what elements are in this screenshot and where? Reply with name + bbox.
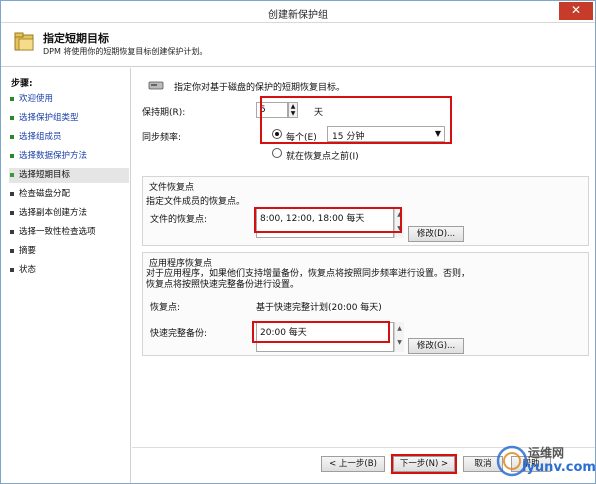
step-pending-icon [10, 230, 14, 234]
step-current-icon [10, 173, 14, 177]
window-title: 创建新保护组 [268, 10, 328, 21]
steps-sidebar: 步骤: 欢迎使用 选择保护组类型 选择组成员 选择数据保护方法 选择短期目标 检… [1, 68, 131, 483]
step-pending-icon [10, 192, 14, 196]
step-pending-icon [10, 249, 14, 253]
modify-fast-full-button[interactable]: 修改(G)... [408, 338, 464, 354]
watermark: 运维网 iyunv.com [492, 441, 596, 481]
sync-before-recovery-label[interactable]: 就在恢复点之前(I) [286, 149, 359, 162]
sidebar-item-summary: 摘要 [9, 244, 129, 259]
step-done-icon [10, 97, 14, 101]
step-pending-icon [10, 211, 14, 215]
sidebar-item-short-term-goals[interactable]: 选择短期目标 [9, 168, 129, 183]
back-button[interactable]: < 上一步(B) [321, 456, 385, 472]
sidebar-item-replica-method: 选择副本创建方法 [9, 206, 129, 221]
title-bar: 创建新保护组 ✕ [1, 1, 595, 23]
disk-icon [148, 81, 164, 90]
highlight-file-recovery [254, 207, 402, 233]
step-done-icon [10, 135, 14, 139]
app-recovery-desc: 对于应用程序，如果他们支持增量备份，恢复点将按照同步频率进行设置。否则，恢复点将… [146, 269, 471, 290]
sidebar-item-protection-method[interactable]: 选择数据保护方法 [9, 149, 129, 164]
highlight-next-button [391, 454, 457, 474]
close-button[interactable]: ✕ [559, 2, 593, 20]
modify-file-recovery-button[interactable]: 修改(D)... [408, 226, 464, 242]
sidebar-item-group-type[interactable]: 选择保护组类型 [9, 111, 129, 126]
intro-text: 指定你对基于磁盘的保护的短期恢复目标。 [174, 83, 346, 93]
page-title: 指定短期目标 [43, 32, 109, 45]
sidebar-item-group-members[interactable]: 选择组成员 [9, 130, 129, 145]
fast-full-backup-scrollbar[interactable]: ▲ ▼ [394, 322, 404, 352]
highlight-retention-sync [260, 96, 452, 144]
watermark-url: iyunv.com [522, 460, 596, 475]
sync-before-recovery-radio[interactable] [272, 148, 282, 158]
sidebar-item-consistency-check: 选择一致性检查选项 [9, 225, 129, 240]
app-recovery-points-label: 恢复点: [150, 303, 181, 313]
highlight-fast-full-backup [252, 321, 390, 343]
sync-frequency-label: 同步频率: [142, 133, 182, 143]
steps-label: 步骤: [11, 79, 33, 89]
file-recovery-label: 文件的恢复点: [150, 215, 208, 225]
file-recovery-title: 文件恢复点 [149, 183, 195, 193]
protection-group-icon [14, 32, 34, 51]
app-recovery-title: 应用程序恢复点 [149, 259, 213, 269]
wizard-content: 指定你对基于磁盘的保护的短期恢复目标。 保持期(R): 5 ▲ ▼ 天 同步频率:… [132, 68, 595, 483]
step-pending-icon [10, 268, 14, 272]
step-done-icon [10, 116, 14, 120]
fast-full-backup-label: 快速完整备份: [150, 329, 208, 339]
wizard-header: 指定短期目标 DPM 将使用你的短期恢复目标创建保护计划。 [1, 23, 595, 67]
retention-label: 保持期(R): [142, 108, 186, 118]
sidebar-item-disk-allocation: 检查磁盘分配 [9, 187, 129, 202]
step-done-icon [10, 154, 14, 158]
page-description: DPM 将使用你的短期恢复目标创建保护计划。 [43, 47, 208, 56]
app-recovery-points-value: 基于快速完整计划(20:00 每天) [256, 303, 382, 313]
sidebar-item-status: 状态 [9, 263, 129, 278]
file-recovery-desc: 指定文件成员的恢复点。 [146, 197, 246, 207]
sidebar-item-welcome[interactable]: 欢迎使用 [9, 92, 129, 107]
watermark-brand: 运维网 [528, 446, 565, 460]
wizard-window: 创建新保护组 ✕ 指定短期目标 DPM 将使用你的短期恢复目标创建保护计划。 步… [0, 0, 596, 484]
